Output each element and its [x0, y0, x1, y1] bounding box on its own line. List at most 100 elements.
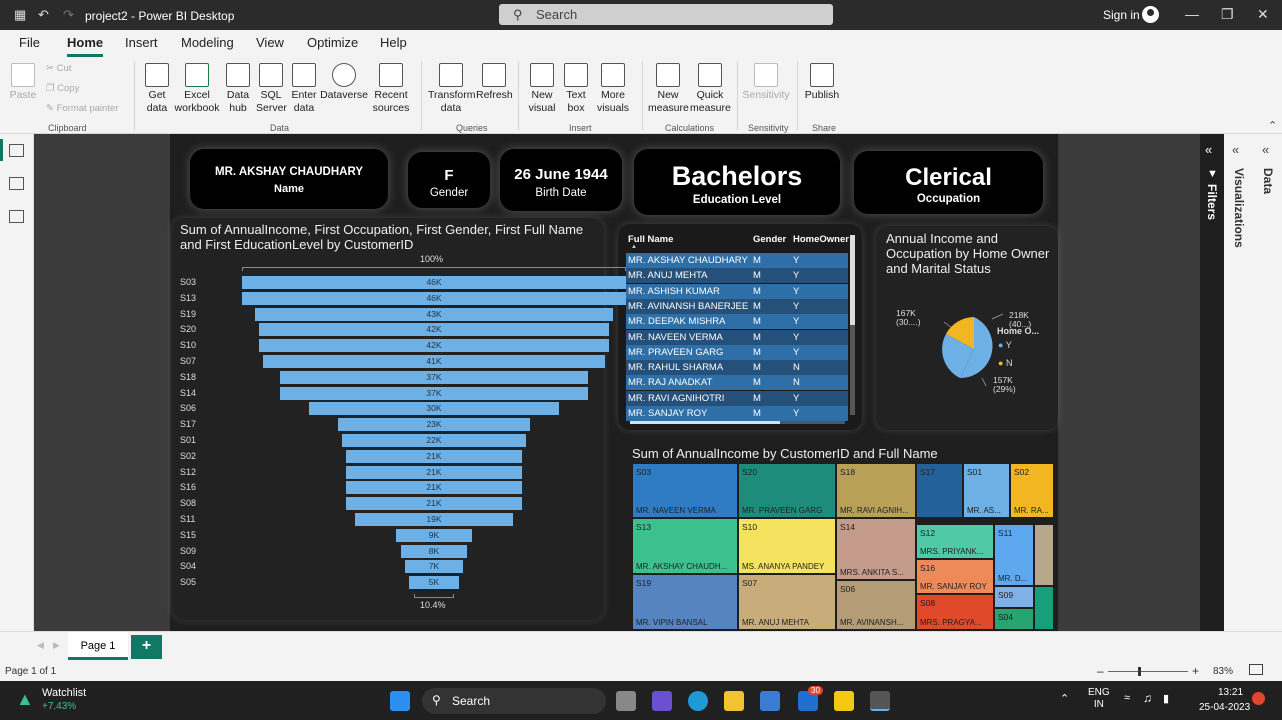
table-row[interactable]: MR. AKSHAY CHAUDHARY M Y — [626, 253, 848, 268]
treemap-tile[interactable]: S16 MR. SANJAY ROY — [916, 559, 994, 594]
table-row[interactable]: MR. RAJ ANADKAT M N — [626, 375, 848, 391]
funnel-bar[interactable]: 21K — [346, 465, 522, 479]
treemap-tile[interactable]: S08 MRS. PRAGYA... — [916, 594, 994, 630]
store-icon[interactable] — [760, 691, 780, 711]
edge-icon[interactable] — [688, 691, 708, 711]
col-homeowner[interactable]: HomeOwner — [793, 234, 849, 245]
treemap-tile[interactable]: S03 MR. NAVEEN VERMA — [632, 463, 738, 518]
powerbi-desktop-icon[interactable] — [870, 691, 890, 711]
undo-icon[interactable]: ↶ — [38, 7, 49, 23]
table-row[interactable]: MR. NAVEEN VERMA M Y — [626, 329, 848, 345]
paste-button[interactable]: Paste — [8, 63, 38, 102]
treemap-tile[interactable]: S04 — [994, 608, 1034, 630]
collapse-ribbon-icon[interactable]: ⌃ — [1268, 119, 1277, 132]
treemap-tile[interactable]: S07 MR. ANUJ MEHTA — [738, 574, 836, 630]
data-pane-label[interactable]: Data — [1261, 168, 1275, 194]
zoom-in-icon[interactable]: + — [1192, 664, 1199, 678]
funnel-bar[interactable]: 37K — [279, 386, 589, 400]
table-row[interactable]: MR. ANUJ MEHTA M Y — [626, 268, 848, 284]
signin-link[interactable]: Sign in — [1103, 8, 1140, 22]
treemap-tile[interactable]: S01 MR. AS... — [963, 463, 1010, 518]
text-box-button[interactable]: Text box — [562, 63, 590, 115]
sensitivity-button[interactable]: Sensitivity — [742, 63, 790, 102]
data-hub-button[interactable]: Data hub — [222, 63, 254, 115]
zoom-thumb[interactable] — [1138, 667, 1141, 676]
funnel-bar[interactable]: 19K — [354, 513, 514, 526]
funnel-bar[interactable]: 21K — [346, 481, 522, 495]
dataverse-button[interactable]: Dataverse — [320, 63, 368, 102]
funnel-bar[interactable]: 8K — [400, 544, 468, 558]
search-input[interactable]: ⚲ Search — [499, 4, 833, 25]
table-row[interactable]: MR. ASHISH KUMAR M Y — [626, 283, 848, 299]
treemap-tile[interactable]: S10 MS. ANANYA PANDEY — [738, 518, 836, 574]
zoom-out-icon[interactable]: – — [1097, 664, 1104, 678]
legend-n[interactable]: ● N — [998, 358, 1012, 368]
treemap-tile[interactable]: S20 MR. PRAVEEN GARG — [738, 463, 836, 518]
funnel-bar[interactable]: 9K — [396, 528, 472, 542]
treemap-tile[interactable]: S02 MR. RA... — [1010, 463, 1054, 518]
funnel-bar[interactable]: 43K — [254, 307, 614, 321]
funnel-bar[interactable]: 21K — [346, 449, 522, 463]
new-measure-button[interactable]: New measure — [648, 63, 689, 115]
add-page-button[interactable]: + — [131, 635, 162, 659]
clock-date[interactable]: 25-04-2023 — [1199, 702, 1250, 713]
cut-button[interactable]: ✂ Cut — [46, 63, 71, 74]
occupation-card[interactable]: Clerical Occupation — [854, 151, 1043, 214]
treemap-tile[interactable]: S11 MR. D... — [994, 524, 1034, 586]
menu-insert[interactable]: Insert — [125, 35, 158, 50]
treemap-tile[interactable]: S06 MR. AVINANSH... — [836, 580, 916, 630]
model-view-icon[interactable] — [9, 210, 24, 223]
funnel-bar[interactable]: 42K — [258, 339, 610, 353]
funnel-bar[interactable]: 30K — [308, 402, 560, 416]
language-indicator[interactable]: ENG IN — [1088, 687, 1110, 711]
transform-data-button[interactable]: Transform data — [428, 63, 475, 115]
sort-icon[interactable]: ▲ — [631, 244, 637, 250]
birthdate-card[interactable]: 26 June 1944 Birth Date — [500, 149, 622, 211]
report-view-icon[interactable] — [9, 144, 24, 157]
close-icon[interactable]: ✕ — [1257, 6, 1269, 23]
expand-visualizations-icon[interactable]: « — [1232, 142, 1239, 157]
treemap-tile-extra[interactable] — [1034, 524, 1054, 586]
funnel-bar[interactable]: 23K — [338, 418, 530, 432]
clock-time[interactable]: 13:21 — [1218, 687, 1243, 698]
table-row[interactable]: MR. AVINANSH BANERJEE M Y — [626, 298, 848, 314]
name-card[interactable]: MR. AKSHAY CHAUDHARY Name — [190, 149, 388, 209]
format-painter-button[interactable]: ✎ Format painter — [46, 103, 118, 114]
funnel-bar[interactable]: 41K — [262, 355, 606, 368]
table-view-icon[interactable] — [9, 177, 24, 190]
notification-icon[interactable] — [1252, 692, 1265, 705]
copy-button[interactable]: ❐ Copy — [46, 83, 79, 94]
table-row[interactable]: MR. RAHUL SHARMA M N — [626, 360, 848, 376]
prev-page-icon[interactable]: ◀ — [37, 640, 44, 651]
education-card[interactable]: Bachelors Education Level — [634, 149, 840, 215]
treemap-tile[interactable]: S09 — [994, 586, 1034, 608]
avatar-icon[interactable] — [1142, 6, 1159, 23]
funnel-bar[interactable]: 46K — [242, 291, 626, 305]
menu-home[interactable]: Home — [67, 35, 104, 57]
collapse-filters-icon[interactable]: « — [1205, 142, 1212, 157]
more-visuals-button[interactable]: More visuals — [593, 63, 633, 115]
funnel-bar[interactable]: 42K — [258, 323, 610, 337]
treemap-tile-extra[interactable] — [1034, 586, 1054, 630]
enter-data-button[interactable]: Enter data — [288, 63, 320, 115]
table-row[interactable]: MR. PRAVEEN GARG M Y — [626, 344, 848, 360]
menu-file[interactable]: File — [19, 35, 40, 50]
task-view-icon[interactable] — [616, 691, 636, 711]
fit-page-icon[interactable] — [1249, 664, 1263, 675]
windows-start-icon[interactable] — [390, 691, 410, 711]
menu-view[interactable]: View — [256, 35, 284, 50]
battery-icon[interactable]: ▮ — [1163, 692, 1169, 705]
table-row[interactable]: MR. RAVI AGNIHOTRI M Y — [626, 390, 848, 406]
filters-pane[interactable]: « ▼ Filters — [1200, 134, 1224, 631]
sql-button[interactable]: SQL Server — [256, 63, 287, 115]
visualizations-label[interactable]: Visualizations — [1232, 168, 1246, 248]
redo-icon[interactable]: ↷ — [63, 7, 74, 23]
save-icon[interactable]: ▦ — [14, 7, 26, 23]
funnel-bar[interactable]: 21K — [346, 497, 522, 511]
powerbi-icon[interactable] — [834, 691, 854, 711]
publish-button[interactable]: Publish — [804, 63, 840, 102]
volume-icon[interactable]: ♫ — [1143, 691, 1152, 705]
table-vscroll[interactable] — [850, 235, 855, 415]
menu-optimize[interactable]: Optimize — [307, 35, 358, 50]
treemap-tile[interactable]: S18 MR. RAVI AGNIH... — [836, 463, 916, 518]
